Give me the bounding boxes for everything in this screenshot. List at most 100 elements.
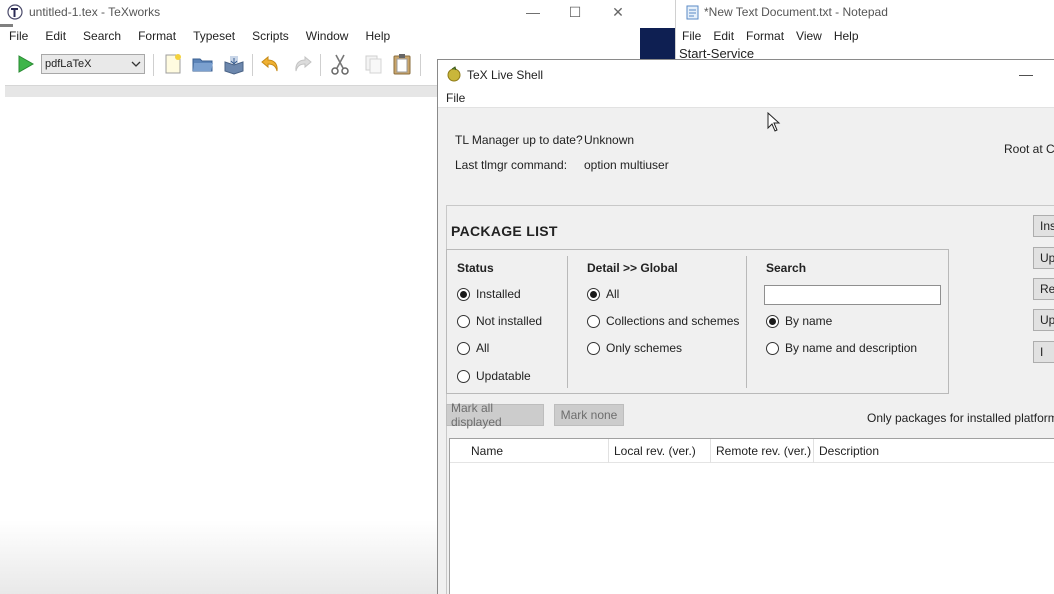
search-input[interactable] <box>764 285 941 305</box>
copy-icon[interactable] <box>361 52 385 76</box>
radio-indicator <box>766 341 779 355</box>
toolbar-separator <box>320 54 321 76</box>
menu-scripts[interactable]: Scripts <box>243 26 297 46</box>
open-folder-icon[interactable] <box>191 52 215 76</box>
menu-typeset[interactable]: Typeset <box>184 26 243 46</box>
toolbar-separator <box>252 54 253 76</box>
toolbar-separator <box>420 54 421 76</box>
table-header: Name Local rev. (ver.) Remote rev. (ver.… <box>450 439 1054 463</box>
close-button[interactable]: ✕ <box>597 0 639 24</box>
search-heading: Search <box>766 261 807 275</box>
update-all-button[interactable]: Up <box>1033 309 1054 331</box>
detail-all-radio[interactable]: All <box>587 287 619 301</box>
tlshell-menu-file[interactable]: File <box>438 89 473 107</box>
status-not-installed-radio[interactable]: Not installed <box>457 314 542 328</box>
radio-label: All <box>476 341 490 355</box>
redo-icon[interactable] <box>290 52 314 76</box>
radio-label: By name <box>785 314 833 328</box>
engine-value: pdfLaTeX <box>45 58 92 70</box>
texworks-menubar: File Edit Search Format Typeset Scripts … <box>0 26 640 46</box>
install-button[interactable]: Ins <box>1033 215 1054 237</box>
column-separator <box>746 256 747 388</box>
filter-box: Status Installed Not installed All Updat… <box>446 249 949 394</box>
typeset-engine-select[interactable]: pdfLaTeX <box>41 54 145 74</box>
mark-all-displayed-button[interactable]: Mark all displayed <box>446 401 544 429</box>
tlshell-app-icon <box>447 66 461 82</box>
menu-help[interactable]: Help <box>356 26 398 46</box>
radio-indicator <box>587 287 600 301</box>
search-by-name-desc-radio[interactable]: By name and description <box>766 341 917 355</box>
last-command-value: option multiuser <box>584 158 669 172</box>
column-separator <box>567 256 568 388</box>
radio-indicator <box>587 314 600 328</box>
notepad-menu-edit[interactable]: Edit <box>707 27 740 43</box>
tlshell-minimize-button[interactable]: — <box>1006 62 1046 86</box>
menu-window[interactable]: Window <box>297 26 357 46</box>
notepad-menu-view[interactable]: View <box>790 27 828 43</box>
notepad-menu-format[interactable]: Format <box>740 27 790 43</box>
only-installed-platforms-label: Only packages for installed platforms <box>867 411 1054 425</box>
package-table[interactable]: Name Local rev. (ver.) Remote rev. (ver.… <box>449 438 1054 594</box>
mark-none-button[interactable]: Mark none <box>554 404 624 426</box>
undo-icon[interactable] <box>259 52 283 76</box>
column-local-rev[interactable]: Local rev. (ver.) <box>614 444 696 458</box>
radio-label: Not installed <box>476 314 543 328</box>
notepad-menubar: File Edit Format View Help <box>676 27 865 43</box>
column-description[interactable]: Description <box>819 444 879 458</box>
notepad-app-icon <box>686 5 699 20</box>
column-separator <box>710 439 711 463</box>
cut-icon[interactable] <box>328 52 352 76</box>
update-button[interactable]: Upd <box>1033 247 1054 269</box>
new-file-icon[interactable] <box>161 52 185 76</box>
texworks-titlebar: untitled-1.tex - TeXworks — ☐ ✕ <box>0 0 640 24</box>
radio-indicator <box>457 287 470 301</box>
status-all-radio[interactable]: All <box>457 341 489 355</box>
radio-label: By name and description <box>785 341 918 355</box>
menu-edit[interactable]: Edit <box>36 26 74 46</box>
background-window-strip <box>640 28 675 60</box>
last-command-label: Last tlmgr command: <box>455 158 568 172</box>
status-updatable-radio[interactable]: Updatable <box>457 369 531 383</box>
radio-label: Collections and schemes <box>606 314 740 328</box>
radio-indicator <box>457 341 470 355</box>
notepad-menu-help[interactable]: Help <box>828 27 865 43</box>
uptodate-value: Unknown <box>584 133 635 147</box>
column-remote-rev[interactable]: Remote rev. (ver.) <box>716 444 811 458</box>
tlshell-window: TeX Live Shell — File TL Manager up to d… <box>437 59 1054 594</box>
menu-file[interactable]: File <box>0 26 36 46</box>
window-title: untitled-1.tex - TeXworks <box>29 5 161 19</box>
menu-search[interactable]: Search <box>74 26 129 46</box>
search-by-name-radio[interactable]: By name <box>766 314 832 328</box>
notepad-menu-file[interactable]: File <box>676 27 707 43</box>
package-list-title: PACKAGE LIST <box>451 223 558 239</box>
notepad-title: *New Text Document.txt - Notepad <box>704 5 888 19</box>
notepad-window: *New Text Document.txt - Notepad File Ed… <box>640 0 1054 61</box>
status-heading: Status <box>457 261 494 275</box>
radio-indicator <box>457 314 470 328</box>
save-icon[interactable] <box>222 52 246 76</box>
uptodate-label: TL Manager up to date? <box>455 133 583 147</box>
maximize-button[interactable]: ☐ <box>554 0 596 24</box>
radio-indicator <box>457 369 470 383</box>
paste-icon[interactable] <box>390 52 414 76</box>
remove-button[interactable]: Rem <box>1033 278 1054 300</box>
mouse-cursor-icon <box>767 112 781 132</box>
column-name[interactable]: Name <box>471 444 503 458</box>
typeset-play-icon[interactable] <box>14 53 36 75</box>
menu-format[interactable]: Format <box>129 26 184 46</box>
detail-only-schemes-radio[interactable]: Only schemes <box>587 341 682 355</box>
minimize-button[interactable]: — <box>512 0 554 24</box>
column-separator <box>813 439 814 463</box>
root-path-label: Root at C:/ <box>1004 142 1054 156</box>
detail-heading: Detail >> Global <box>587 261 678 275</box>
radio-label: Only schemes <box>606 341 683 355</box>
radio-label: Updatable <box>476 369 531 383</box>
radio-indicator <box>766 314 779 328</box>
status-installed-radio[interactable]: Installed <box>457 287 521 301</box>
detail-collections-radio[interactable]: Collections and schemes <box>587 314 739 328</box>
tlshell-titlebar: TeX Live Shell — <box>438 60 1054 88</box>
radio-indicator <box>587 341 600 355</box>
texworks-app-icon <box>7 4 23 20</box>
toolbar-separator <box>153 54 154 76</box>
info-button[interactable]: I <box>1033 341 1054 363</box>
